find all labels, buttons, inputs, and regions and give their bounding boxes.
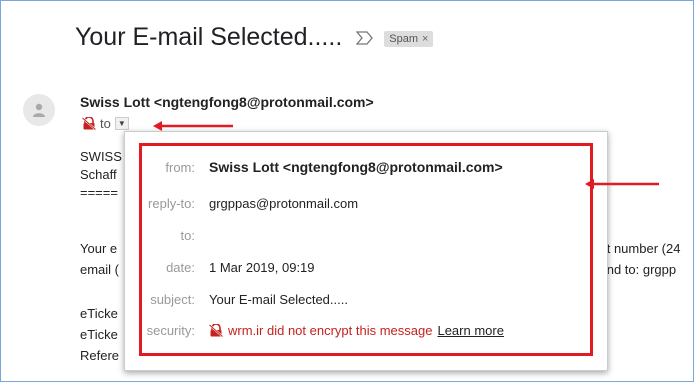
- important-marker-icon[interactable]: [356, 30, 374, 45]
- remove-label-icon[interactable]: ×: [422, 33, 428, 45]
- red-arrow-icon: [153, 121, 233, 131]
- annotation-highlight-box: [139, 143, 593, 356]
- body-line: eTicke: [80, 327, 118, 342]
- subject-header: Your E-mail Selected..... Spam ×: [75, 23, 434, 52]
- email-subject: Your E-mail Selected.....: [75, 23, 343, 51]
- show-details-button[interactable]: ▼: [114, 117, 129, 130]
- body-line: Schaff: [80, 167, 117, 182]
- spam-label-text: Spam: [389, 32, 419, 45]
- body-line: eTicke: [80, 306, 118, 321]
- email-view: Your E-mail Selected..... Spam × Swiss L…: [0, 0, 694, 382]
- spam-label-chip[interactable]: Spam ×: [384, 30, 434, 47]
- to-label: to: [100, 116, 111, 131]
- body-line: Refere: [80, 348, 120, 363]
- body-line: =====: [80, 185, 118, 200]
- sender-line: Swiss Lott <ngtengfong8@protonmail.com>: [80, 94, 374, 110]
- body-line: SWISS: [80, 149, 122, 164]
- body-line: email (: [80, 262, 120, 277]
- recipient-row: to ▼: [82, 116, 129, 131]
- red-arrow-icon: [585, 179, 659, 189]
- person-avatar-icon: [33, 103, 45, 117]
- chevron-down-icon: ▼: [117, 119, 126, 128]
- unencrypted-lock-icon: [82, 117, 96, 130]
- body-line: Your e: [80, 241, 118, 256]
- sender-avatar: [23, 94, 55, 126]
